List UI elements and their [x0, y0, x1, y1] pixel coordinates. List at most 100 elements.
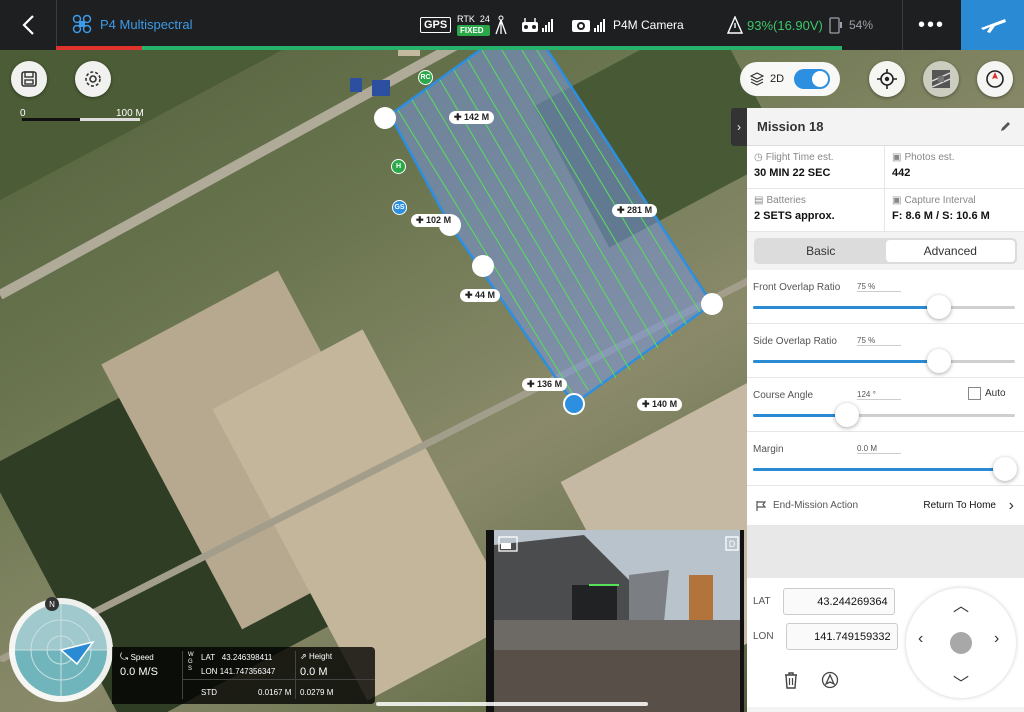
drone-icon [72, 14, 92, 34]
end-action-value: Return To Home [923, 500, 996, 511]
edit-pencil-icon[interactable] [1000, 120, 1012, 132]
point-coordinates: LAT 43.244269364 LON 141.749159332 ︿ ﹀ ‹… [747, 578, 1024, 707]
side-overlap-value: 75 % [857, 336, 901, 346]
trash-icon[interactable] [783, 671, 799, 689]
vertex-handle [374, 107, 396, 129]
tab-basic[interactable]: Basic [756, 240, 886, 262]
floppy-icon [21, 71, 37, 87]
mission-panel: Mission 18 ◷ Flight Time est. 30 MIN 22 S… [747, 108, 1024, 712]
svg-text:D: D [729, 539, 736, 549]
tab-advanced[interactable]: Advanced [885, 240, 1015, 262]
front-overlap-slider[interactable] [927, 295, 952, 319]
start-point [563, 393, 585, 415]
gps-status[interactable]: GPS [420, 0, 452, 50]
aircraft-battery[interactable]: 93%(16.90V) [727, 0, 823, 50]
waypoint-icon[interactable] [821, 671, 839, 689]
view-2d-toggle[interactable]: 2D [740, 62, 840, 96]
device-battery-percent: 54% [849, 18, 874, 32]
speed-value: 0.0 M/S [120, 666, 158, 678]
toggle-switch[interactable] [794, 69, 831, 89]
end-mission-action-row[interactable]: End-Mission Action Return To Home › [747, 486, 1024, 526]
rc-marker: RC [418, 70, 433, 85]
std-value-2: 0.0279 M [300, 688, 334, 697]
mission-settings-button[interactable] [75, 61, 111, 97]
radar-display [15, 604, 107, 696]
std-label: STD [201, 688, 217, 697]
airplane-icon [980, 19, 1006, 33]
margin-slider[interactable] [992, 457, 1017, 481]
side-overlap-slider[interactable] [927, 349, 952, 373]
height-value: 0.0 M [300, 666, 328, 678]
distance-label: ✚ 136 M [522, 378, 568, 391]
telemetry-panel: ⤿ Speed 0.0 M/S W G S LAT 43.246398411 L… [112, 647, 375, 704]
capture-interval-stat: ▣ Capture Interval F: 8.6 M / S: 10.6 M [885, 189, 1024, 232]
status-strip [56, 46, 842, 50]
nudge-center[interactable] [950, 632, 972, 654]
camera-switch-icon[interactable] [498, 536, 518, 552]
collapse-panel-button[interactable]: › [731, 108, 747, 146]
gps-label: GPS [420, 17, 452, 33]
rtk-fixed-badge: FIXED [457, 25, 490, 36]
margin-label: Margin [753, 444, 784, 455]
course-angle-slider[interactable] [835, 403, 860, 427]
course-angle-value: 124 ° [857, 390, 901, 400]
speed-label: ⤿ Speed [120, 652, 154, 663]
batteries-value: 2 SETS approx. [754, 210, 835, 222]
map-type-button[interactable] [923, 61, 959, 97]
locate-button[interactable] [869, 61, 905, 97]
home-indicator [376, 702, 648, 706]
more-button[interactable]: ••• [903, 0, 960, 50]
home-marker: H [391, 159, 406, 174]
rc-signal[interactable] [521, 0, 553, 50]
layers-icon [750, 72, 764, 86]
mission-title: Mission 18 [757, 119, 824, 134]
settings-tabs: Basic Advanced [754, 238, 1017, 264]
batteries-stat: ▤ Batteries 2 SETS approx. [747, 189, 885, 232]
photos-value: 442 [892, 167, 911, 179]
chevron-left-icon [22, 15, 34, 35]
vertex-handle [701, 293, 723, 315]
signal-bars-icon [594, 18, 605, 32]
nudge-up-icon[interactable]: ︿ [953, 592, 969, 616]
flight-time-value: 30 MIN 22 SEC [754, 167, 831, 179]
front-overlap-row: Front Overlap Ratio 75 % [747, 270, 1024, 324]
mission-area [388, 15, 714, 406]
margin-row: Margin 0.0 M [747, 432, 1024, 486]
margin-value: 0.0 M [857, 444, 901, 454]
app-root: 0 100 M 2D RC H GS ✚ 142 M ✚ 281 M ✚ 102… [0, 0, 1024, 712]
compass-calibrate-button[interactable] [977, 61, 1013, 97]
nudge-down-icon[interactable]: ﹀ [953, 670, 969, 694]
nudge-right-icon[interactable]: › [994, 630, 999, 648]
lon-input[interactable]: 141.749159332 [785, 623, 898, 650]
chevron-right-icon: › [1008, 496, 1014, 514]
battery-icon: ▤ [754, 195, 764, 206]
attitude-compass[interactable]: N [9, 597, 113, 702]
battery-warning-icon [727, 16, 743, 34]
photos-stat: ▣ Photos est. 442 [885, 146, 1024, 189]
camera-preview[interactable]: D [486, 530, 744, 712]
nudge-left-icon[interactable]: ‹ [918, 630, 923, 648]
capture-interval-value: F: 8.6 M / S: 10.6 M [892, 210, 990, 222]
std-value-1: 0.0167 M [258, 688, 292, 697]
camera-status[interactable]: P4M Camera [571, 0, 684, 50]
camera-label: P4M Camera [613, 18, 684, 32]
aircraft-selector[interactable]: P4 Multispectral [72, 14, 192, 34]
compass-icon [986, 70, 1004, 88]
lat-input[interactable]: 43.244269364 [782, 588, 895, 615]
distance-label: ✚ 142 M [449, 111, 495, 124]
rtk-status[interactable]: RTK 24 FIXED [457, 0, 508, 50]
d-log-icon[interactable]: D [722, 536, 742, 552]
back-button[interactable] [0, 0, 56, 50]
flight-mode-button[interactable] [961, 0, 1024, 50]
nudge-pad[interactable]: ︿ ﹀ ‹ › [906, 588, 1016, 698]
aircraft-name: P4 Multispectral [100, 16, 193, 32]
camera-icon [572, 20, 590, 32]
distance-label: ✚ 281 M [612, 204, 658, 217]
save-mission-button[interactable] [11, 61, 47, 97]
tablet-battery-icon [829, 17, 842, 34]
remote-controller-icon [522, 18, 538, 32]
front-overlap-value: 75 % [857, 282, 901, 292]
flight-time-stat: ◷ Flight Time est. 30 MIN 22 SEC [747, 146, 885, 189]
front-overlap-label: Front Overlap Ratio [753, 282, 841, 293]
auto-checkbox[interactable]: Auto [968, 387, 1006, 400]
